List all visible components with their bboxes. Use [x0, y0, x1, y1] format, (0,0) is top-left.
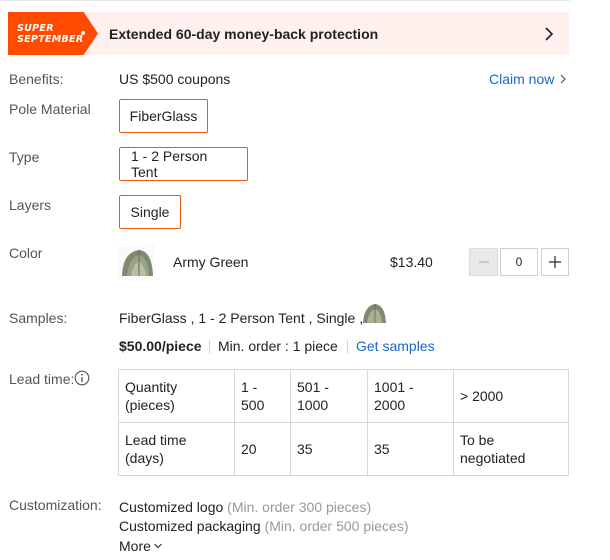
decrease-quantity-button[interactable]: [469, 248, 498, 276]
layers-label: Layers: [9, 197, 52, 213]
table-cell: 1001 - 2000: [367, 369, 454, 423]
get-samples-link[interactable]: Get samples: [356, 338, 435, 354]
table-cell: To be negotiated: [453, 422, 569, 476]
super-september-badge: SUPER SEPTEMBER: [8, 12, 98, 55]
promo-banner[interactable]: SUPER SEPTEMBER Extended 60-day money-ba…: [8, 12, 569, 55]
customization-item: Customized logo (Min. order 300 pieces): [119, 499, 371, 515]
table-cell: 20: [234, 422, 291, 476]
banner-text: Extended 60-day money-back protection: [109, 25, 379, 42]
samples-summary: FiberGlass , 1 - 2 Person Tent , Single …: [119, 310, 364, 326]
pole-material-label: Pole Material: [9, 101, 91, 117]
plus-icon: [549, 256, 561, 268]
more-label: More: [119, 538, 151, 554]
separator: [347, 340, 348, 354]
benefits-label: Benefits:: [9, 71, 64, 87]
claim-now-label: Claim now: [489, 71, 555, 87]
customization-item-note: (Min. order 300 pieces): [227, 499, 372, 515]
table-cell: 1 - 500: [234, 369, 291, 423]
table-row: Quantity (pieces) 1 - 500 501 - 1000 100…: [118, 369, 569, 423]
table-cell: 501 - 1000: [290, 369, 368, 423]
customization-item-name: Customized packaging: [119, 518, 261, 534]
separator: [209, 340, 210, 354]
customization-item-note: (Min. order 500 pieces): [264, 518, 409, 534]
lead-time-label: Lead time:: [9, 371, 75, 387]
claim-now-link[interactable]: Claim now: [489, 71, 567, 87]
chevron-right-icon[interactable]: [539, 24, 559, 44]
table-cell: 35: [367, 422, 454, 476]
option-fiberglass[interactable]: FiberGlass: [119, 99, 208, 133]
table-cell: > 2000: [453, 369, 569, 423]
sample-price: $50.00/piece: [119, 338, 202, 354]
sample-min-order: Min. order : 1 piece: [218, 338, 338, 354]
increase-quantity-button[interactable]: [541, 248, 569, 276]
option-1-2-person-tent[interactable]: 1 - 2 Person Tent: [119, 147, 248, 181]
sample-tent-thumbnail: [363, 304, 386, 323]
color-label: Color: [9, 245, 43, 261]
chevron-down-icon: [153, 543, 162, 549]
option-single[interactable]: Single: [119, 195, 181, 229]
table-row: Lead time (days) 20 35 35 To be negotiat…: [118, 422, 569, 476]
color-name: Army Green: [173, 254, 249, 270]
top-divider: [0, 0, 570, 1]
quantity-input[interactable]: 0: [500, 248, 538, 276]
benefits-value: US $500 coupons: [119, 71, 231, 87]
chevron-right-icon: [560, 74, 567, 84]
more-link[interactable]: More: [119, 538, 163, 554]
type-label: Type: [9, 149, 40, 165]
minus-icon: [478, 261, 489, 263]
tent-thumbnail[interactable]: [119, 244, 155, 280]
customization-label: Customization:: [9, 497, 102, 513]
color-price: $13.40: [390, 254, 433, 270]
info-icon[interactable]: [74, 370, 90, 386]
table-cell: Lead time (days): [118, 422, 235, 476]
table-cell: 35: [290, 422, 368, 476]
samples-label: Samples:: [9, 310, 68, 326]
badge-line-2: SEPTEMBER: [17, 33, 84, 45]
badge-line-1: SUPER: [17, 22, 54, 34]
lead-time-table: Quantity (pieces) 1 - 500 501 - 1000 100…: [118, 369, 569, 476]
customization-item: Customized packaging (Min. order 500 pie…: [119, 518, 408, 534]
customization-item-name: Customized logo: [119, 499, 224, 515]
table-cell: Quantity (pieces): [118, 369, 235, 423]
badge-dot: [81, 31, 85, 35]
